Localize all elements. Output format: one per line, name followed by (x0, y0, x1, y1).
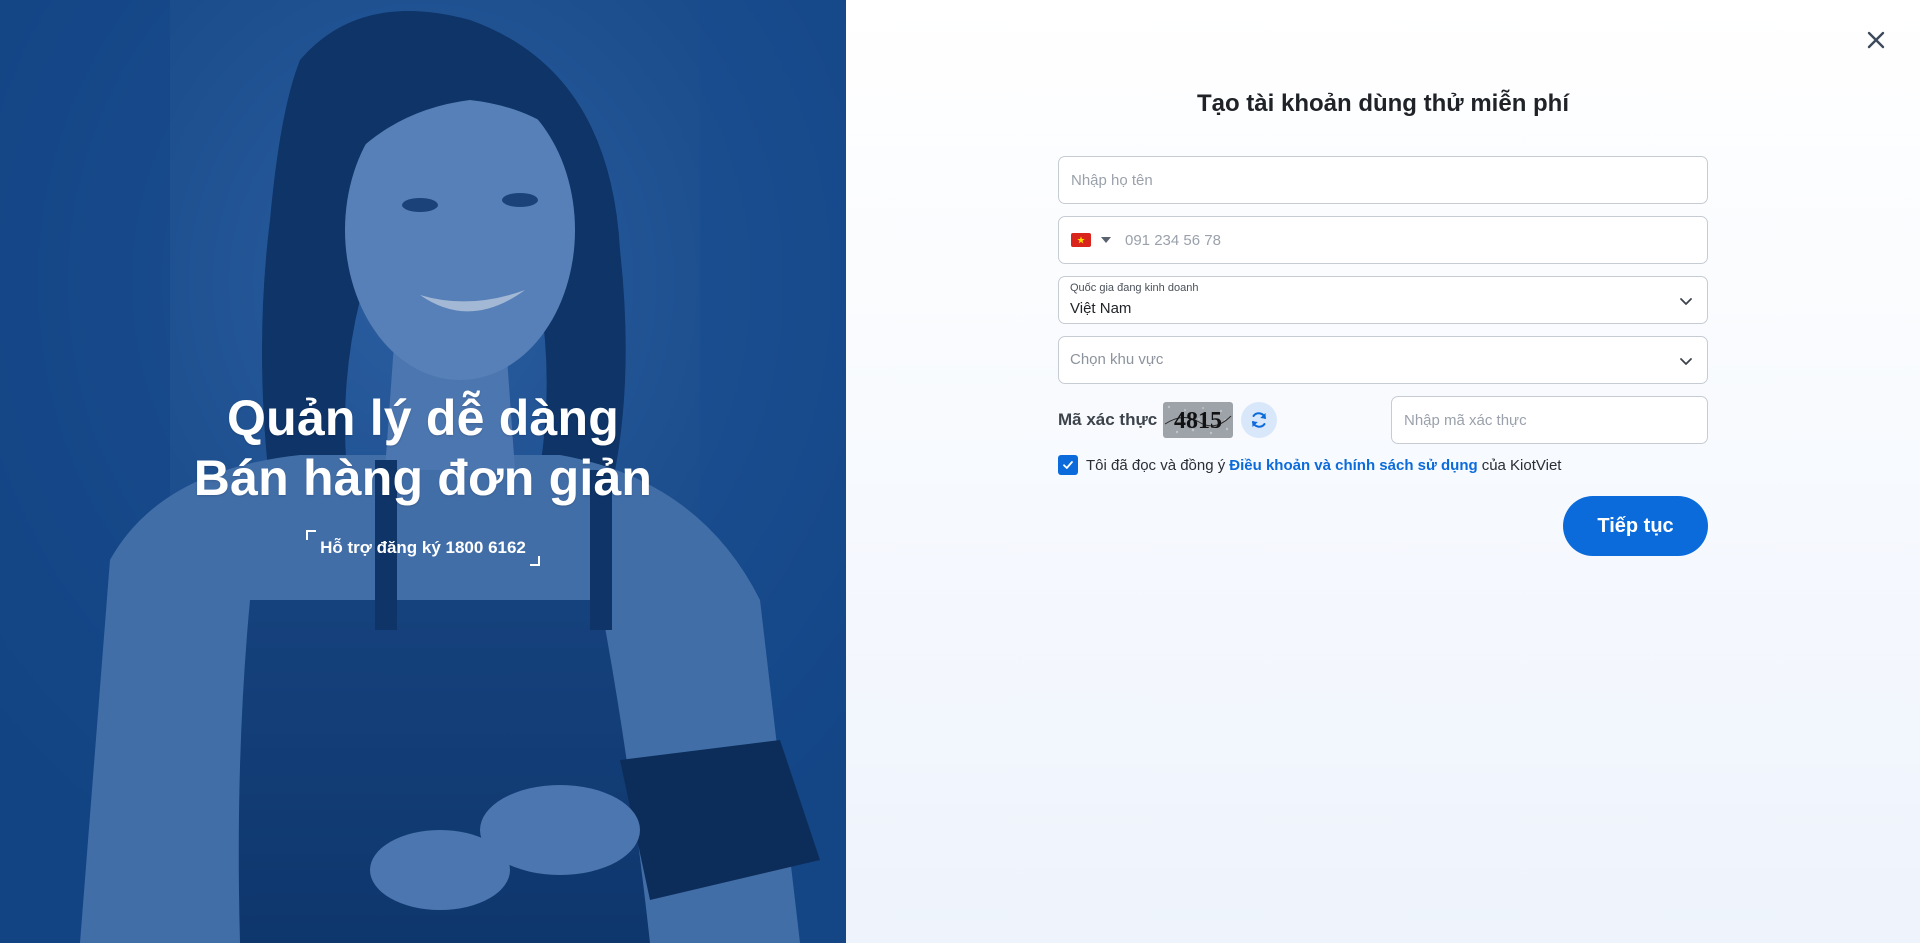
support-hotline-text: Hỗ trợ đăng ký 1800 6162 (320, 538, 526, 557)
refresh-icon (1252, 412, 1266, 428)
bracket-corner-icon (306, 530, 317, 540)
signup-panel: Tạo tài khoản dùng thử miễn phí Quốc gia… (846, 0, 1920, 943)
refresh-captcha-button[interactable] (1241, 402, 1277, 438)
close-button[interactable] (1862, 26, 1890, 54)
country-select-value: Việt Nam (1070, 300, 1132, 317)
captcha-label: Mã xác thực (1058, 410, 1158, 429)
continue-button[interactable]: Tiếp tục (1563, 496, 1708, 556)
terms-link[interactable]: Điều khoản và chính sách sử dụng (1229, 457, 1477, 474)
phone-field[interactable] (1058, 216, 1708, 264)
country-select[interactable]: Quốc gia đang kinh doanh Việt Nam (1058, 276, 1708, 324)
form-title: Tạo tài khoản dùng thử miễn phí (1196, 90, 1570, 117)
terms-prefix-text: Tôi đã đọc và đồng ý (1086, 456, 1226, 474)
hero-headline-line2: Bán hàng đơn giản (193, 450, 653, 506)
region-select-placeholder: Chọn khu vực (1070, 351, 1164, 368)
caret-down-icon (1101, 237, 1111, 243)
close-icon (1867, 31, 1885, 49)
captcha-code: 4815 (1174, 408, 1222, 434)
name-input[interactable] (1059, 157, 1707, 203)
check-icon (1063, 461, 1073, 469)
terms-suffix-text: của KiotViet (1481, 456, 1562, 474)
chevron-down-icon (1680, 298, 1692, 305)
captcha-input[interactable] (1392, 397, 1707, 443)
country-select-label: Quốc gia đang kinh doanh (1070, 282, 1199, 294)
captcha-image: 4815 (1163, 402, 1233, 438)
support-hotline: Hỗ trợ đăng ký 1800 6162 (306, 530, 540, 566)
region-select[interactable]: Chọn khu vực (1058, 336, 1708, 384)
bracket-corner-icon (529, 556, 540, 566)
terms-checkbox[interactable] (1058, 455, 1078, 475)
chevron-down-icon (1680, 358, 1692, 365)
signup-page: Quản lý dễ dàng Bán hàng đơn giản Hỗ trợ… (0, 0, 1920, 943)
hero-text: Quản lý dễ dàng Bán hàng đơn giản Hỗ trợ… (0, 388, 846, 566)
captcha-field[interactable] (1391, 396, 1708, 444)
phone-input[interactable] (1111, 217, 1707, 263)
vietnam-flag-icon (1071, 233, 1091, 247)
terms-agreement: Tôi đã đọc và đồng ý Điều khoản và chính… (1058, 454, 1561, 476)
captcha-row: Mã xác thực 4815 (1058, 396, 1708, 444)
country-code-picker[interactable] (1059, 217, 1111, 263)
name-field[interactable] (1058, 156, 1708, 204)
hero-headline-line1: Quản lý dễ dàng (227, 390, 619, 446)
hero-panel: Quản lý dễ dàng Bán hàng đơn giản Hỗ trợ… (0, 0, 846, 943)
